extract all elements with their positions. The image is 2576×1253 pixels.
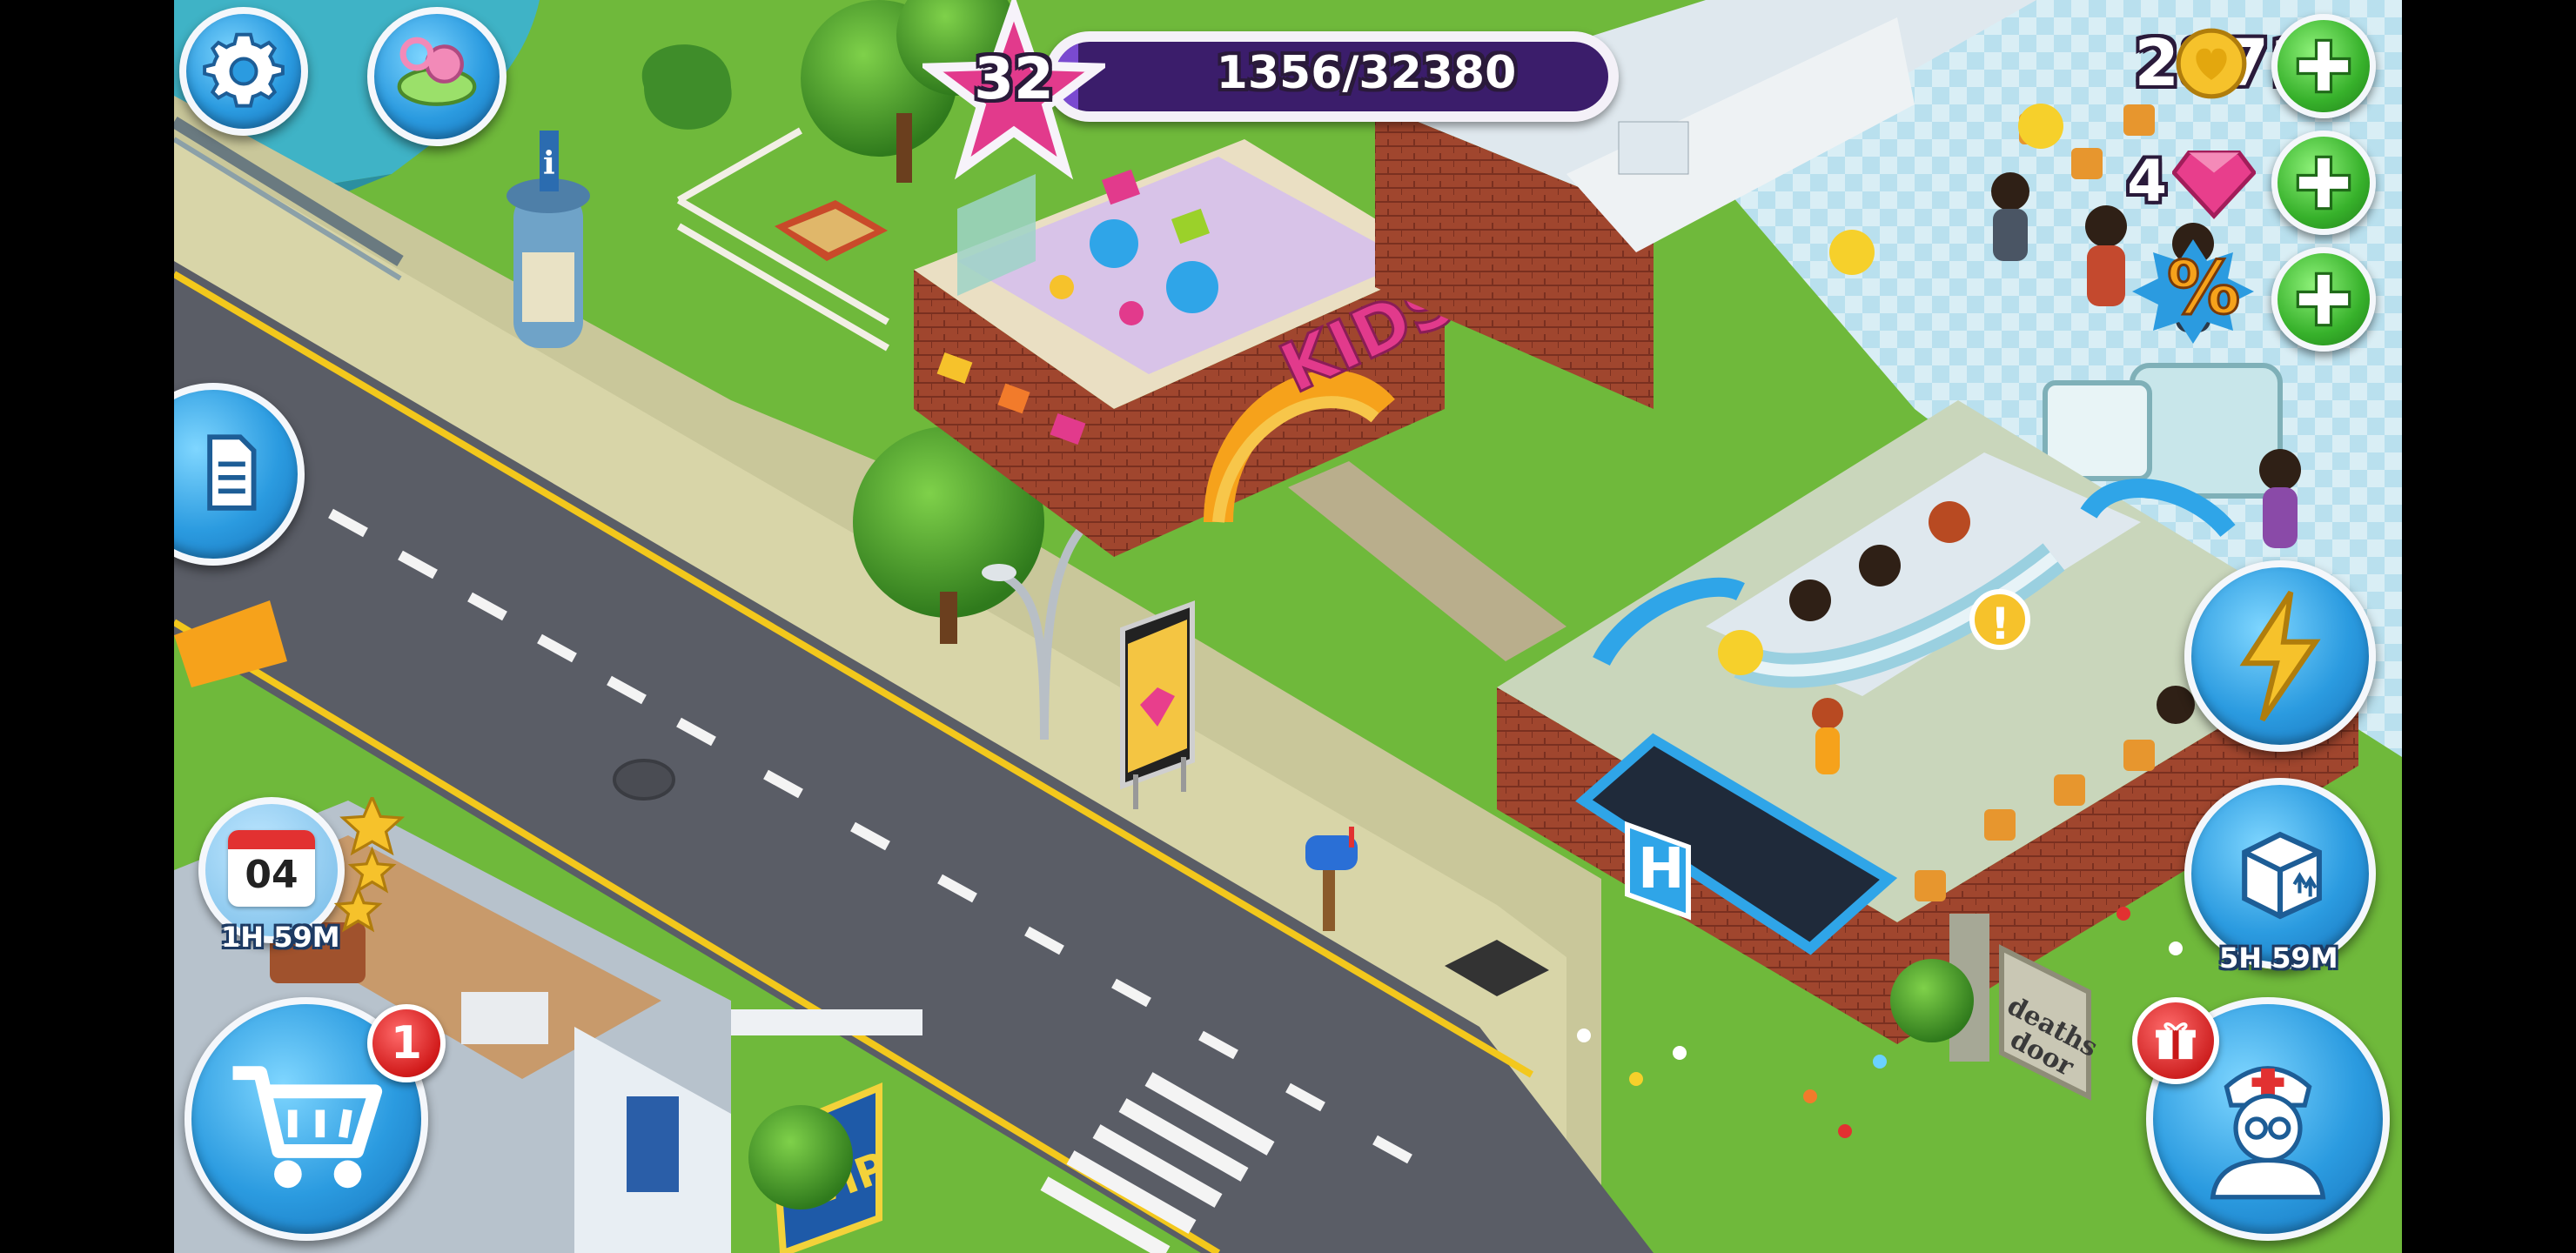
xp-text: 1356/32380 [1216,47,1517,99]
gear-icon [203,32,285,108]
discount-symbol: % [2167,245,2240,331]
pacifier-icon [397,37,477,106]
add-gems-button[interactable] [2271,131,2376,235]
game-viewport[interactable]: VIP i KIDS % H ! deaths door 1356/32380 … [174,0,2402,1253]
settings-button[interactable] [179,7,308,136]
document-icon [207,434,257,511]
coin-icon [2176,28,2247,99]
shrub-top [641,44,732,130]
gift-badge[interactable] [2132,997,2219,1084]
add-coins-button[interactable] [2271,14,2376,118]
hospital-sign-label: H [1638,837,1685,901]
box-icon [2242,831,2322,920]
plus-icon [2296,271,2351,327]
lightning-icon [2239,590,2321,722]
shop-notification-badge: 1 [367,1004,446,1082]
manhole [613,759,675,801]
calendar-timer: 1H 59M [221,921,340,954]
gem-icon [2172,151,2256,219]
nursery-button[interactable] [367,7,506,146]
svg-text:i: i [543,145,555,182]
plus-icon [2296,38,2351,94]
plus-icon [2296,155,2351,211]
calendar-icon: 04 [228,830,315,907]
documents-button[interactable] [174,383,305,566]
player-level: 32 [974,45,1054,112]
boost-button[interactable] [2184,560,2376,752]
alert-symbol: ! [1990,599,2010,649]
gem-count: 4 [2127,148,2167,215]
calendar-day: 04 [245,853,299,897]
storage-timer: 5H 59M [2219,941,2338,975]
add-extra-button[interactable] [2271,247,2376,352]
alert-bubble[interactable]: ! [1969,589,2030,650]
storage-button[interactable] [2184,778,2376,969]
gift-icon [2156,1022,2196,1060]
xp-bar[interactable]: 1356/32380 [1044,31,1619,122]
event-stars [333,797,406,933]
